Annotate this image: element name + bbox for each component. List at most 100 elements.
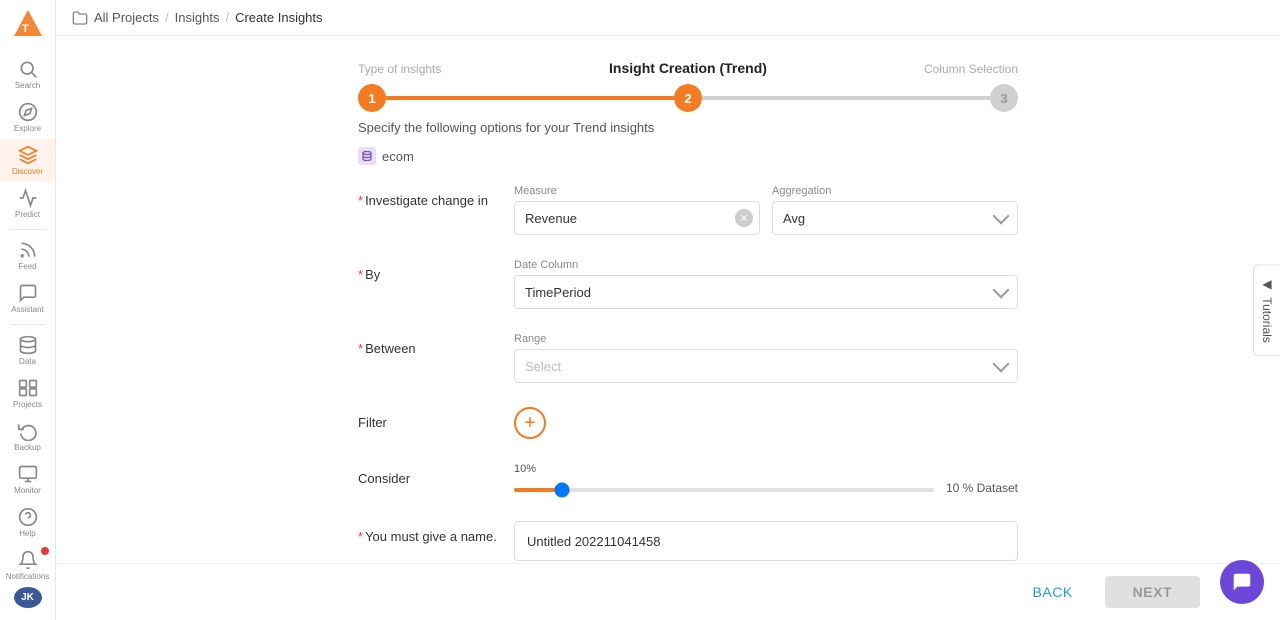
steps-visual: 1 2 3 (358, 84, 1018, 112)
filter-label: Filter (358, 407, 498, 430)
chat-button[interactable] (1220, 560, 1264, 604)
dataset-icon (358, 147, 376, 165)
date-column-chevron-icon (993, 282, 1010, 299)
breadcrumb-sep2: / (225, 10, 229, 25)
main-content: All Projects / Insights / Create Insight… (56, 0, 1280, 620)
slider-percent-label: 10% (514, 463, 1018, 475)
sidebar-item-backup[interactable]: Backup (0, 415, 55, 458)
by-fields: Date Column TimePeriod (514, 259, 1018, 309)
back-button[interactable]: BACK (1017, 576, 1089, 608)
range-group: Range Select (514, 333, 1018, 383)
bottom-bar: BACK NEXT (56, 563, 1280, 620)
date-column-group: Date Column TimePeriod (514, 259, 1018, 309)
insight-form: *Investigate change in Measure Revenue ✕… (358, 185, 1018, 561)
consider-fields: 10% 10 % Dataset (514, 463, 1018, 497)
sidebar: T Search Explore Discover Predict Feed A… (0, 0, 56, 620)
step3-circle: 3 (990, 84, 1018, 112)
step-connector-2 (702, 96, 990, 100)
step3-label: Column Selection (898, 62, 1018, 76)
sidebar-item-predict[interactable]: Predict (0, 182, 55, 225)
name-label: *You must give a name. (358, 521, 498, 544)
name-row: *You must give a name. (358, 521, 1018, 561)
breadcrumb-sep1: / (165, 10, 169, 25)
measure-label: Measure (514, 185, 760, 197)
step1-label: Type of insights (358, 62, 478, 76)
measure-group: Measure Revenue ✕ (514, 185, 760, 235)
add-filter-button[interactable]: + (514, 407, 546, 439)
dataset-name: ecom (382, 149, 414, 164)
slider-track-wrapper (514, 479, 934, 497)
by-required: * (358, 267, 363, 282)
step-connector-1 (386, 96, 674, 100)
date-column-select[interactable]: TimePeriod (514, 275, 1018, 309)
sidebar-item-discover[interactable]: Discover (0, 139, 55, 182)
sidebar-item-data[interactable]: Data (0, 329, 55, 372)
investigate-label: *Investigate change in (358, 185, 498, 208)
measure-value: Revenue (525, 211, 577, 226)
sidebar-item-projects[interactable]: Projects (0, 372, 55, 415)
by-row: *By Date Column TimePeriod (358, 259, 1018, 309)
sidebar-label-monitor: Monitor (14, 486, 41, 495)
sidebar-label-search: Search (15, 81, 40, 90)
form-subtitle: Specify the following options for your T… (358, 120, 1018, 135)
sidebar-item-assistant[interactable]: Assistant (0, 277, 55, 320)
sidebar-item-search[interactable]: Search (0, 53, 55, 96)
sidebar-item-explore[interactable]: Explore (0, 96, 55, 139)
date-column-value: TimePeriod (525, 285, 591, 300)
form-content: Type of insights Insight Creation (Trend… (56, 36, 1280, 563)
sidebar-item-monitor[interactable]: Monitor (0, 458, 55, 501)
name-required: * (358, 529, 363, 544)
sidebar-label-predict: Predict (15, 210, 40, 219)
consider-row: Consider 10% 10 % Dataset (358, 463, 1018, 497)
measure-input[interactable]: Revenue ✕ (514, 201, 760, 235)
notification-badge (41, 547, 49, 555)
sidebar-divider-2 (10, 324, 46, 325)
tutorials-arrow-icon: ◀ (1260, 277, 1274, 291)
measure-clear-button[interactable]: ✕ (735, 209, 753, 227)
by-label: *By (358, 259, 498, 282)
breadcrumb-insights[interactable]: Insights (175, 10, 220, 25)
folder-icon (72, 10, 88, 26)
tutorials-tab[interactable]: ◀ Tutorials (1253, 264, 1280, 356)
filter-fields: + (514, 407, 1018, 439)
aggregation-group: Aggregation Avg (772, 185, 1018, 235)
range-select[interactable]: Select (514, 349, 1018, 383)
name-fields (514, 521, 1018, 561)
slider-group: 10% 10 % Dataset (514, 463, 1018, 497)
between-row: *Between Range Select (358, 333, 1018, 383)
between-required: * (358, 341, 363, 356)
between-label: *Between (358, 333, 498, 356)
investigate-row: *Investigate change in Measure Revenue ✕… (358, 185, 1018, 235)
range-chevron-icon (993, 356, 1010, 373)
between-fields: Range Select (514, 333, 1018, 383)
sidebar-item-help[interactable]: Help (0, 501, 55, 544)
sidebar-divider-1 (10, 229, 46, 230)
consider-slider[interactable] (514, 488, 934, 492)
tutorials-label: Tutorials (1260, 297, 1274, 343)
sidebar-label-feed: Feed (18, 262, 36, 271)
slider-row: 10 % Dataset (514, 479, 1018, 497)
aggregation-value: Avg (783, 211, 805, 226)
aggregation-select[interactable]: Avg (772, 201, 1018, 235)
range-label: Range (514, 333, 1018, 345)
sidebar-item-feed[interactable]: Feed (0, 234, 55, 277)
app-logo[interactable]: T (12, 8, 44, 45)
name-input[interactable] (514, 521, 1018, 561)
steps-labels-row: Type of insights Insight Creation (Trend… (358, 60, 1018, 112)
aggregation-chevron-icon (993, 208, 1010, 225)
breadcrumb: All Projects / Insights / Create Insight… (56, 0, 1280, 36)
next-button[interactable]: NEXT (1105, 576, 1200, 608)
sidebar-label-backup: Backup (14, 443, 41, 452)
filter-row: Filter + (358, 407, 1018, 439)
sidebar-item-notifications[interactable]: Notifications (0, 544, 55, 587)
svg-text:T: T (22, 23, 29, 35)
user-avatar[interactable]: JK (14, 587, 42, 608)
sidebar-label-projects: Projects (13, 400, 42, 409)
breadcrumb-all-projects[interactable]: All Projects (94, 10, 159, 25)
investigate-required: * (358, 193, 363, 208)
sidebar-label-help: Help (19, 529, 35, 538)
sidebar-label-assistant: Assistant (11, 305, 43, 314)
sidebar-label-explore: Explore (14, 124, 41, 133)
dataset-label-row: ecom (358, 147, 1018, 165)
date-column-label: Date Column (514, 259, 1018, 271)
